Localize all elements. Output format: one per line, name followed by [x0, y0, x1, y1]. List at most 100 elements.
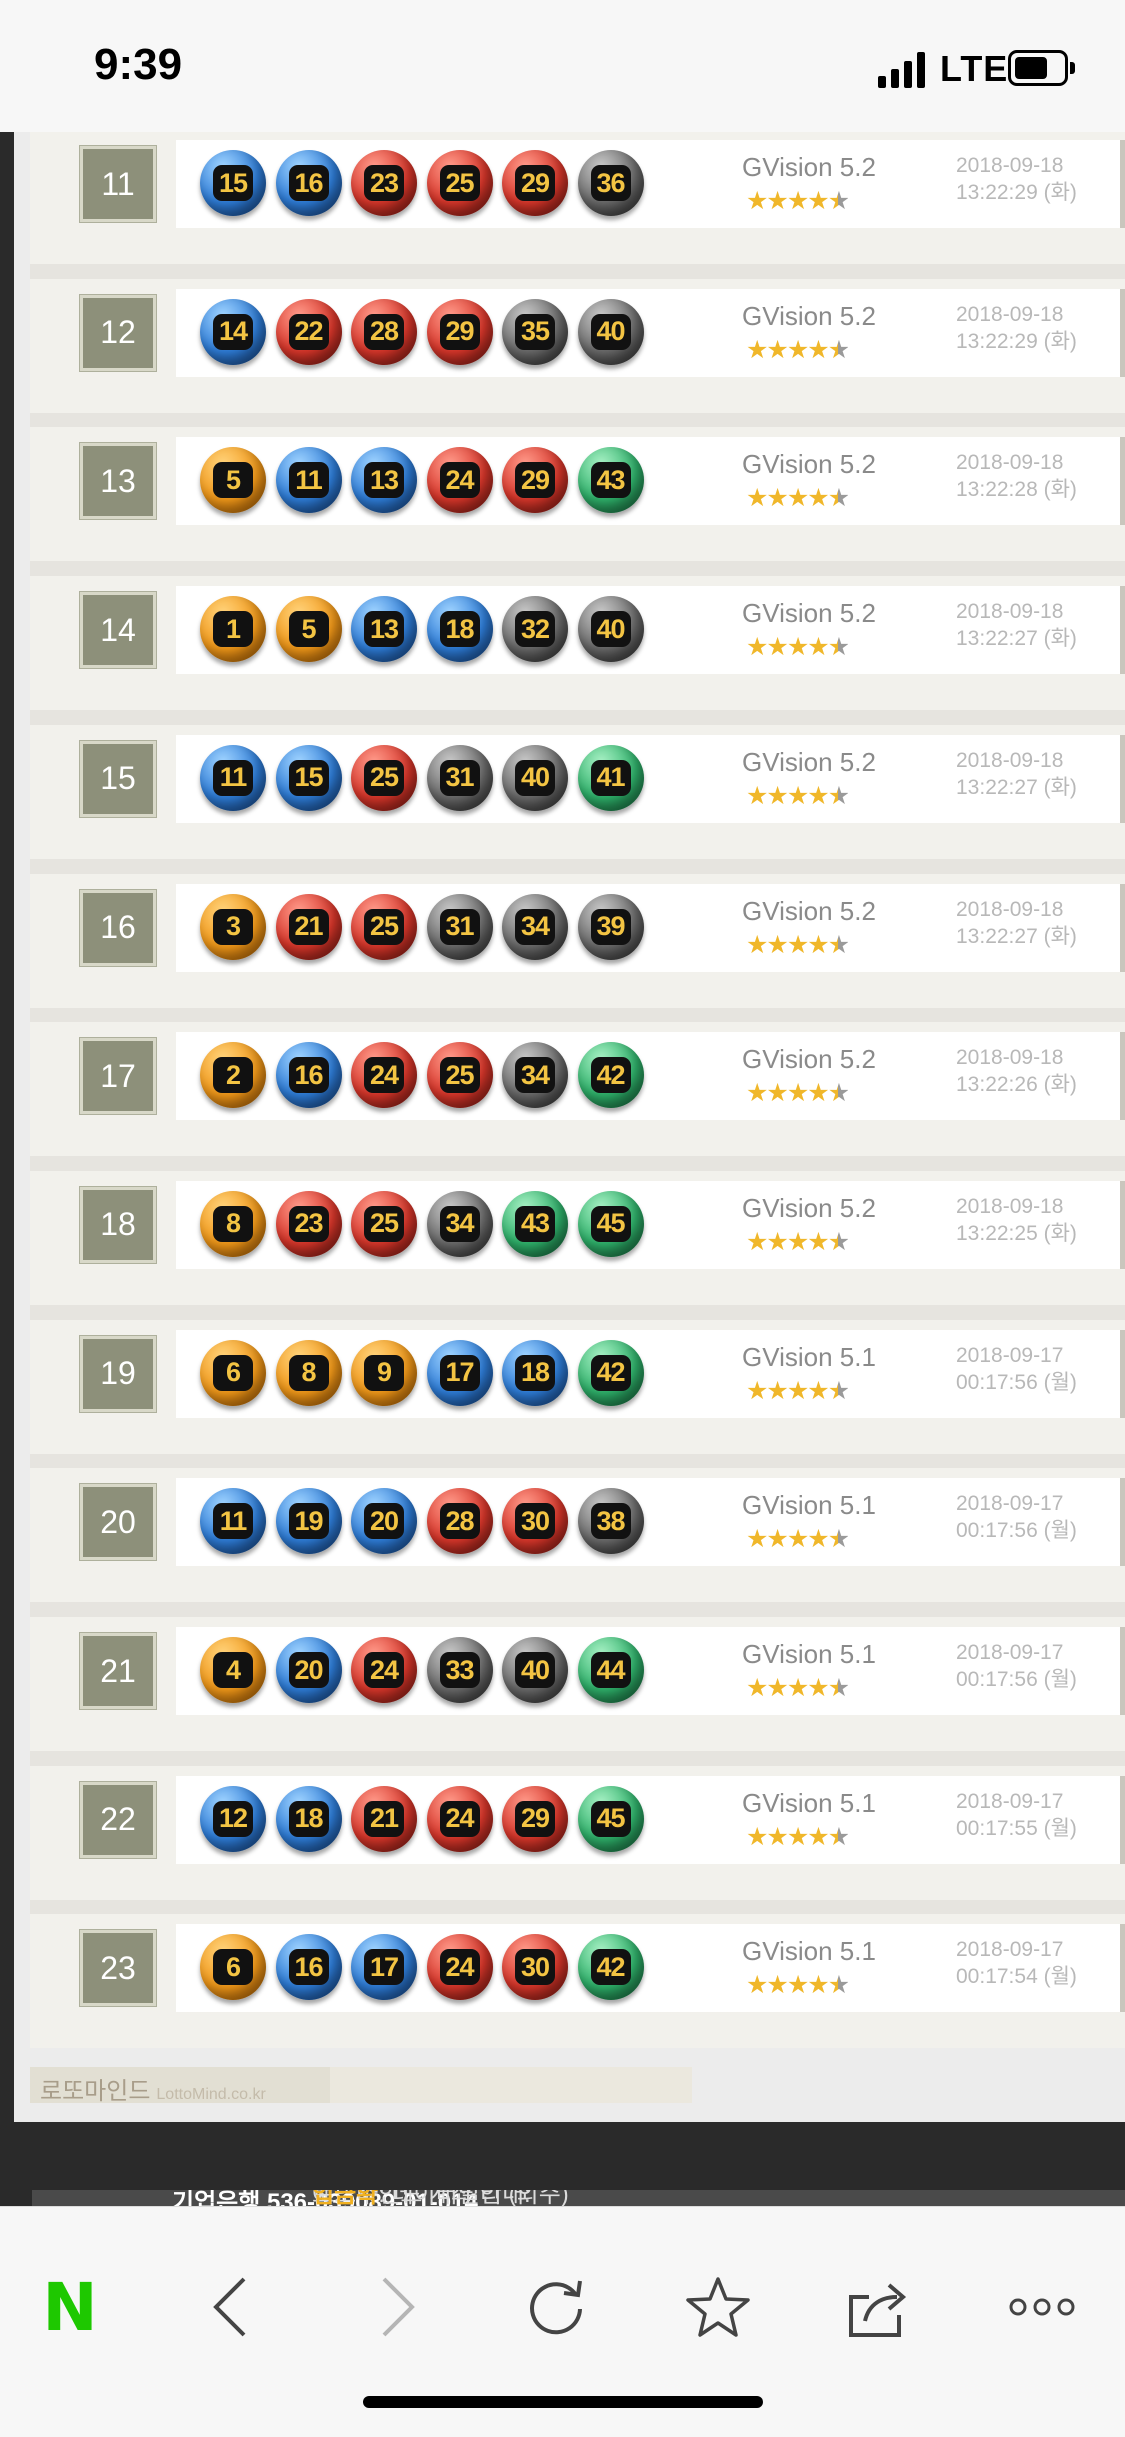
star-icon: ★ [807, 187, 829, 215]
rank-badge: 22 [80, 1781, 156, 1858]
ball-number: 25 [364, 1205, 404, 1242]
naver-home-button[interactable]: N [34, 2269, 106, 2346]
star-icon: ★ [746, 1525, 768, 1554]
rating-stars: ★★★★★ [746, 1970, 850, 2000]
star-icon: ★ [827, 633, 850, 662]
star-icon: ★ [786, 781, 809, 810]
row-edge [1120, 1627, 1125, 1715]
created-datetime: 2018-09-18 13:22:27 (화) [956, 598, 1077, 652]
ball-number: 1 [213, 611, 253, 648]
rating-stars: ★★★★★ [746, 930, 850, 960]
result-row[interactable]: 18 8 23 25 34 43 45 GVision 5.2 ★★★★★ 2018-09-18 1… [30, 1170, 1125, 1305]
ball-number: 17 [439, 1354, 480, 1391]
lotto-ball: 22 [275, 298, 342, 365]
result-row[interactable]: 22 12 18 21 24 29 45 GVision 5.1 ★★★★★ 2018-09-17… [30, 1765, 1125, 1900]
result-row[interactable]: 13 5 11 13 24 29 43 GVision 5.2 ★★★★★ 2018-09-18 1… [30, 427, 1125, 562]
lotto-ball: 43 [502, 1190, 568, 1257]
rating-stars: ★★★★★ [746, 1376, 850, 1406]
ball-number: 12 [213, 1800, 253, 1837]
ball-number: 23 [288, 1205, 329, 1242]
more-button[interactable] [1006, 2271, 1078, 2343]
lotto-ball: 21 [351, 1785, 417, 1852]
ball-number: 34 [439, 1205, 480, 1242]
result-row[interactable]: 16 3 21 25 31 34 39 GVision 5.2 ★★★★★ 2018-09-18 1… [30, 873, 1125, 1008]
ball-number: 16 [288, 1949, 329, 1986]
lotto-ball: 31 [426, 893, 493, 960]
forward-button[interactable] [362, 2271, 434, 2343]
result-row[interactable]: 20 11 19 20 28 30 38 GVision 5.1 ★★★★★ 2018-09-17… [30, 1468, 1125, 1603]
lotto-ball: 29 [502, 150, 568, 216]
star-icon: ★ [766, 187, 788, 215]
ball-number: 14 [213, 313, 253, 350]
lotto-ball: 15 [275, 744, 342, 811]
created-date: 2018-09-18 [956, 302, 1064, 326]
row-edge [1120, 1329, 1125, 1418]
lotto-ball: 6 [200, 1339, 266, 1406]
created-time: 00:17:56 (월) [956, 1668, 1077, 1691]
lotto-ball: 25 [426, 150, 493, 216]
lotto-ball: 30 [502, 1488, 568, 1555]
lotto-ball: 34 [426, 1190, 493, 1257]
web-page[interactable]: 11 15 16 23 25 29 36 GVision 5.2 ★★★★★ 2018-09-18… [14, 130, 1125, 2122]
ball-number: 6 [213, 1354, 253, 1391]
home-indicator[interactable] [363, 2396, 763, 2408]
ball-number: 39 [590, 908, 631, 945]
star-icon: ★ [807, 930, 829, 959]
share-button[interactable] [842, 2271, 914, 2343]
rank-badge: 16 [80, 889, 156, 966]
created-time: 00:17:54 (월) [956, 1965, 1077, 1989]
result-row[interactable]: 15 11 15 25 31 40 41 GVision 5.2 ★★★★★ 2018-09-18… [30, 724, 1125, 859]
ball-number: 17 [364, 1949, 404, 1986]
row-edge [1120, 437, 1125, 526]
ball-number: 8 [213, 1205, 253, 1242]
lotto-ball: 42 [577, 1042, 644, 1109]
ball-number: 5 [288, 611, 329, 648]
result-row[interactable]: 14 1 5 13 18 32 40 GVision 5.2 ★★★★★ 2018-09-18 13… [30, 576, 1125, 711]
result-row[interactable]: 23 6 16 17 24 30 42 GVision 5.1 ★★★★★ 2018-09-17 0… [30, 1914, 1125, 2049]
lotto-ball: 33 [426, 1637, 493, 1703]
star-icon: ★ [786, 930, 809, 959]
result-row[interactable]: 12 14 22 28 29 35 40 GVision 5.2 ★★★★★ 2018-09-18… [30, 278, 1125, 413]
created-datetime: 2018-09-18 13:22:27 (화) [956, 747, 1077, 801]
ball-number: 34 [515, 908, 555, 945]
result-row[interactable]: 17 2 16 24 25 34 42 GVision 5.2 ★★★★★ 2018-09-18 1… [30, 1022, 1125, 1157]
rank-badge: 19 [80, 1335, 156, 1412]
ball-number: 29 [439, 313, 480, 350]
ball-number: 40 [515, 759, 555, 796]
lotto-ball: 34 [502, 893, 568, 960]
lotto-ball: 38 [577, 1488, 644, 1555]
lotto-ball: 6 [200, 1934, 266, 2001]
lotto-ball: 35 [502, 298, 568, 365]
created-time: 13:22:27 (화) [956, 627, 1077, 651]
ball-number: 35 [515, 313, 555, 350]
back-button[interactable] [194, 2271, 266, 2343]
created-datetime: 2018-09-17 00:17:56 (월) [956, 1490, 1077, 1544]
ball-number: 40 [590, 313, 631, 350]
result-row[interactable]: 19 6 8 9 17 18 42 GVision 5.1 ★★★★★ 2018-09-17 00:… [30, 1319, 1125, 1454]
created-datetime: 2018-09-18 13:22:27 (화) [956, 896, 1077, 950]
ball-number: 5 [213, 462, 253, 499]
more-icon [1009, 2298, 1075, 2316]
star-icon: ★ [786, 1376, 809, 1405]
rank-badge: 20 [80, 1484, 156, 1561]
created-date: 2018-09-17 [956, 1938, 1064, 1962]
ball-number: 30 [515, 1503, 555, 1540]
ball-number: 33 [439, 1652, 480, 1688]
lotto-ball: 36 [577, 150, 644, 216]
result-row[interactable]: 11 15 16 23 25 29 36 GVision 5.2 ★★★★★ 2018-09-18… [30, 130, 1125, 264]
result-row[interactable]: 21 4 20 24 33 40 44 GVision 5.1 ★★★★★ 2018-09-17 0… [30, 1617, 1125, 1751]
ball-number: 9 [364, 1354, 404, 1391]
star-icon: ★ [786, 1079, 809, 1108]
bookmark-button[interactable] [682, 2271, 754, 2343]
network-label: LTE [940, 48, 1009, 89]
reload-button[interactable] [520, 2271, 592, 2343]
created-time: 00:17:55 (월) [956, 1816, 1077, 1840]
star-icon: ★ [807, 1227, 829, 1256]
ball-number: 45 [590, 1800, 631, 1837]
ball-number: 11 [288, 462, 329, 499]
row-edge [1120, 1180, 1125, 1269]
ball-number: 21 [364, 1800, 404, 1837]
star-icon: ★ [786, 1674, 809, 1702]
lotto-ball: 9 [351, 1339, 417, 1406]
lotto-ball: 29 [502, 1785, 568, 1852]
